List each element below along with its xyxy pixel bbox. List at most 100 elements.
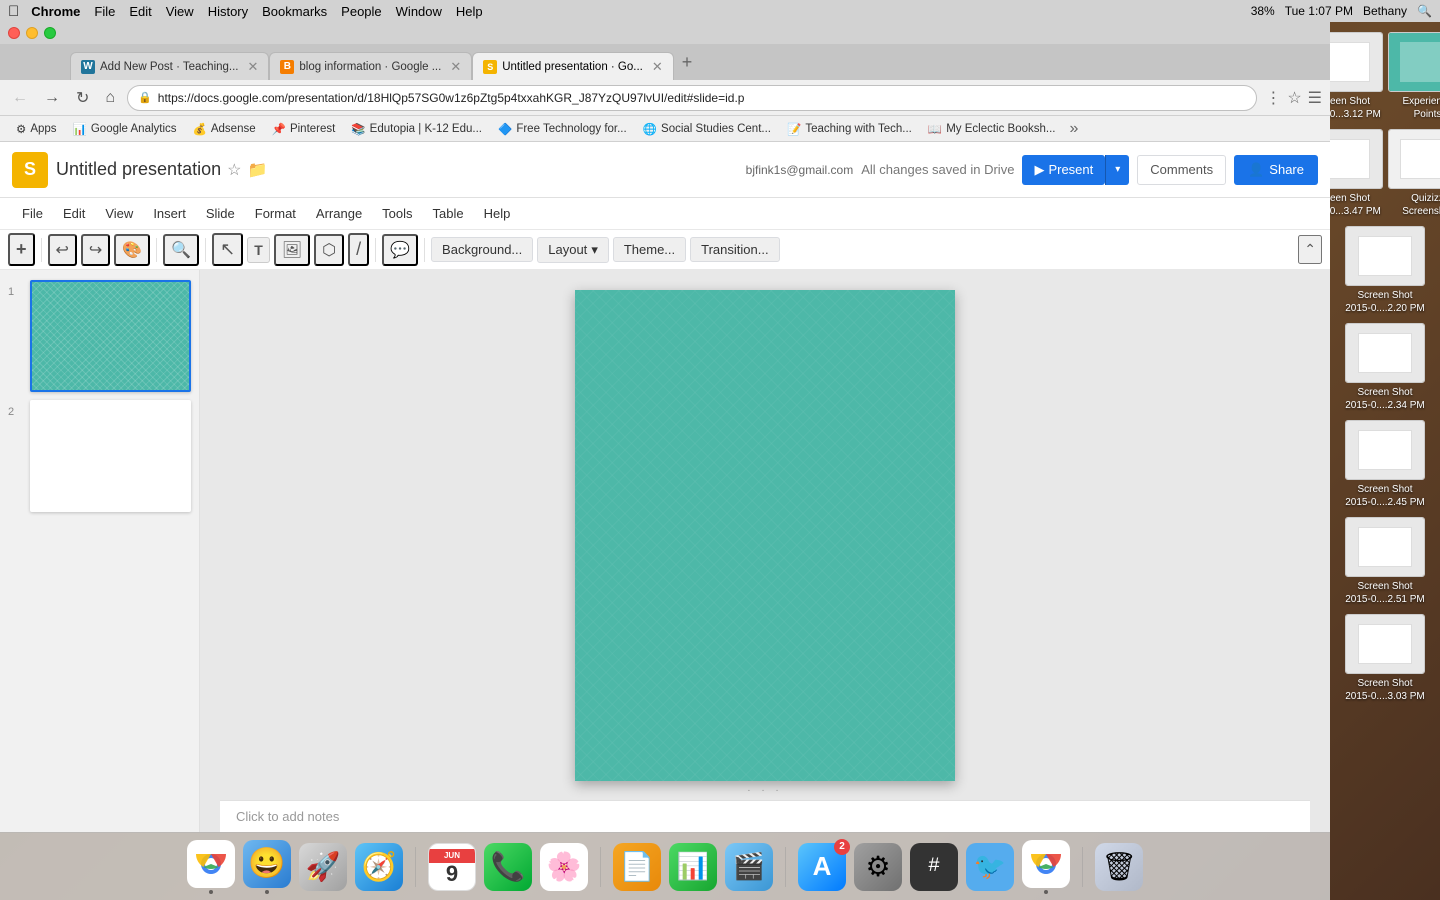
menubar-history[interactable]: History (208, 4, 248, 19)
desktop-icon-screenshot6[interactable]: Screen Shot2015-0....2.51 PM (1335, 517, 1435, 606)
menu-help[interactable]: Help (474, 202, 521, 225)
menu-edit[interactable]: Edit (53, 202, 95, 225)
dock-item-safari[interactable]: 🧭 (355, 843, 403, 891)
menubar-people[interactable]: People (341, 4, 381, 19)
bookmark-eclectic[interactable]: 📖 My Eclectic Booksh... (920, 120, 1064, 138)
menubar-file[interactable]: File (94, 4, 115, 19)
presentation-title[interactable]: Untitled presentation (56, 159, 221, 180)
star-favorite-icon[interactable]: ☆ (227, 160, 241, 180)
slide-thumb-1[interactable] (30, 280, 191, 392)
menu-table[interactable]: Table (423, 202, 474, 225)
layout-button[interactable]: Layout ▾ (537, 237, 609, 263)
menu-insert[interactable]: Insert (143, 202, 196, 225)
user-name[interactable]: Bethany (1363, 4, 1407, 18)
dock-item-calendar[interactable]: JUN 9 (428, 843, 476, 891)
menu-slide[interactable]: Slide (196, 202, 245, 225)
home-button[interactable]: ⌂ (101, 87, 119, 109)
tab-blogger[interactable]: B blog information · Google ... ✕ (269, 52, 472, 80)
zoom-button[interactable]: 🔍 (163, 234, 199, 266)
comments-button[interactable]: Comments (1137, 155, 1226, 185)
desktop-icon-screenshot3[interactable]: Screen Shot2015-0....2.20 PM (1335, 226, 1435, 315)
bookmark-apps[interactable]: ⚙ Apps (8, 120, 65, 138)
redo-button[interactable]: ↪ (81, 234, 110, 266)
desktop-icon-quizizz[interactable]: QuizizzScreenshot (1388, 129, 1440, 218)
bookmark-freetech[interactable]: 🔷 Free Technology for... (490, 120, 635, 138)
dock-item-trash[interactable]: 🗑 (1095, 843, 1143, 891)
menubar-edit[interactable]: Edit (129, 4, 151, 19)
share-button[interactable]: 👤 Share (1234, 155, 1318, 185)
present-dropdown-button[interactable]: ▾ (1105, 155, 1129, 185)
dock-item-photos[interactable]: 🌸 (540, 843, 588, 891)
tab-close-wordpress[interactable]: ✕ (248, 59, 259, 75)
dock-item-settings[interactable]: ⚙ (854, 843, 902, 891)
comment-button[interactable]: 💬 (382, 234, 418, 266)
text-tool[interactable]: T (247, 237, 270, 263)
notes-area[interactable]: Click to add notes (220, 800, 1310, 832)
bookmark-edutopia[interactable]: 📚 Edutopia | K-12 Edu... (343, 120, 490, 138)
desktop-icon-screenshot4[interactable]: Screen Shot2015-0....2.34 PM (1335, 323, 1435, 412)
background-button[interactable]: Background... (431, 237, 533, 262)
paint-format-button[interactable]: 🎨 (114, 234, 150, 266)
minimize-button[interactable] (26, 27, 38, 39)
dock-item-rocket[interactable]: 🚀 (299, 843, 347, 891)
menu-tools[interactable]: Tools (372, 202, 422, 225)
dock-item-chrome[interactable] (187, 840, 235, 894)
address-bar[interactable]: 🔒 https://docs.google.com/presentation/d… (127, 85, 1257, 111)
menu-file[interactable]: File (12, 202, 53, 225)
menu-format[interactable]: Format (245, 202, 306, 225)
close-button[interactable] (8, 27, 20, 39)
tab-close-slides[interactable]: ✕ (652, 59, 663, 75)
bookmark-analytics[interactable]: 📊 Google Analytics (65, 120, 185, 138)
star-icon[interactable]: ☆ (1287, 88, 1301, 108)
bookmark-socialstudies[interactable]: 🌐 Social Studies Cent... (635, 120, 779, 138)
extensions-icon[interactable]: ⋮ (1265, 88, 1281, 108)
tab-slides[interactable]: S Untitled presentation · Go... ✕ (472, 52, 674, 80)
user-email[interactable]: bjfink1s@gmail.com (746, 163, 854, 177)
menu-icon[interactable]: ☰ (1308, 88, 1322, 108)
menu-arrange[interactable]: Arrange (306, 202, 372, 225)
bookmark-teaching[interactable]: 📝 Teaching with Tech... (779, 120, 920, 138)
transition-button[interactable]: Transition... (690, 237, 779, 262)
tab-wordpress[interactable]: W Add New Post · Teaching... ✕ (70, 52, 269, 80)
bookmark-adsense[interactable]: 💰 Adsense (185, 120, 264, 138)
desktop-icon-screenshot5[interactable]: Screen Shot2015-0....2.45 PM (1335, 420, 1435, 509)
menubar-window[interactable]: Window (396, 4, 442, 19)
reload-button[interactable]: ↻ (72, 86, 93, 110)
add-element-button[interactable]: + (8, 233, 35, 266)
bookmark-pinterest[interactable]: 📌 Pinterest (264, 120, 344, 138)
menubar-bookmarks[interactable]: Bookmarks (262, 4, 327, 19)
new-tab-button[interactable]: + (674, 52, 701, 73)
menu-view[interactable]: View (95, 202, 143, 225)
back-button[interactable]: ← (8, 87, 32, 109)
desktop-icon-screenshot7[interactable]: Screen Shot2015-0....3.03 PM (1335, 614, 1435, 703)
dock-item-keynote[interactable]: 🎬 (725, 843, 773, 891)
dock-item-calculator[interactable]: # (910, 843, 958, 891)
menubar-view[interactable]: View (166, 4, 194, 19)
present-button[interactable]: ▶ Present (1022, 155, 1105, 185)
dock-item-finder[interactable]: 😀 (243, 840, 291, 894)
dock-item-numbers[interactable]: 📊 (669, 843, 717, 891)
line-tool[interactable]: / (348, 233, 369, 266)
folder-icon[interactable]: 📁 (247, 160, 267, 180)
menubar-chrome[interactable]: Chrome (31, 4, 80, 19)
forward-button[interactable]: → (40, 87, 64, 109)
dock-item-chrome2[interactable] (1022, 840, 1070, 894)
apple-logo[interactable]:  (8, 3, 19, 20)
tab-close-blogger[interactable]: ✕ (450, 59, 461, 75)
shapes-tool[interactable]: ⬡ (314, 234, 344, 266)
dock-item-twitter[interactable]: 🐦 (966, 843, 1014, 891)
menubar-help[interactable]: Help (456, 4, 483, 19)
select-tool[interactable]: ↖ (212, 233, 243, 266)
maximize-button[interactable] (44, 27, 56, 39)
dock-item-pages[interactable]: 📄 (613, 843, 661, 891)
dock-item-facetime[interactable]: 📞 (484, 843, 532, 891)
bookmarks-more[interactable]: » (1063, 120, 1084, 138)
desktop-icon-exppoints[interactable]: ExperiencePoints (1388, 32, 1440, 121)
image-tool[interactable]: 🖼 (274, 234, 310, 266)
theme-button[interactable]: Theme... (613, 237, 686, 262)
collapse-toolbar-button[interactable]: ⌃ (1298, 235, 1322, 264)
dock-item-appstore[interactable]: A 2 (798, 843, 846, 891)
slide-thumb-2[interactable] (30, 400, 191, 512)
slide-canvas[interactable] (575, 290, 955, 781)
undo-button[interactable]: ↩ (48, 234, 77, 266)
